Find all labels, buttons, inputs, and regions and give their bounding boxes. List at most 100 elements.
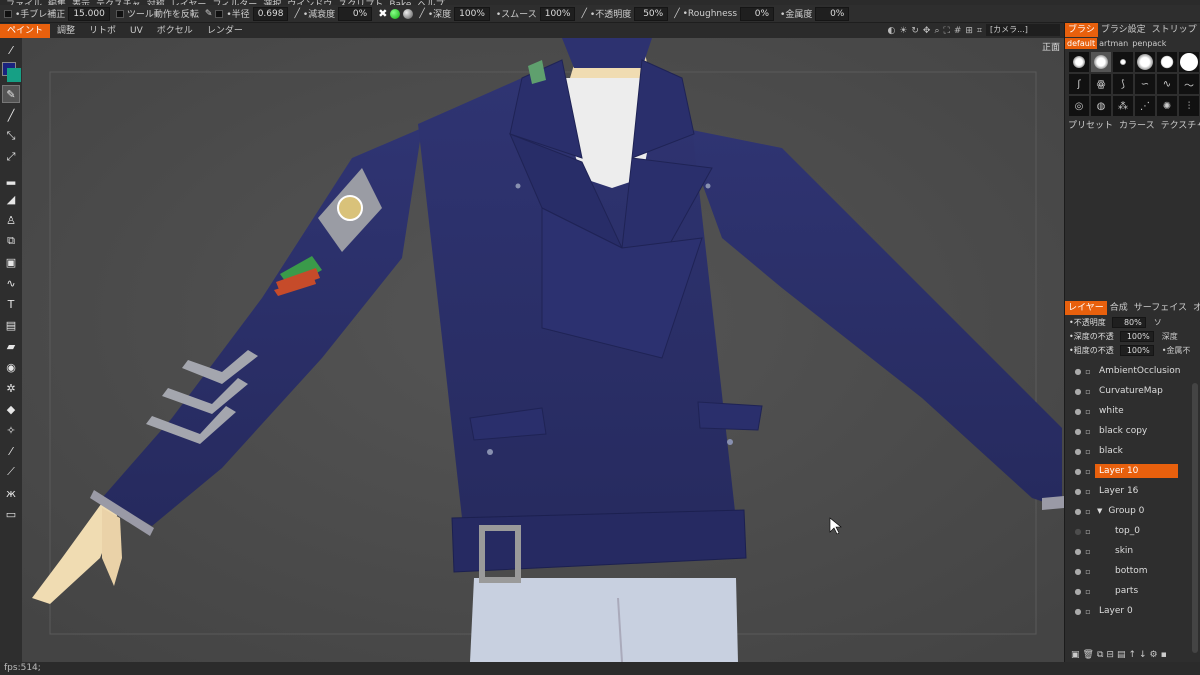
lock-icon[interactable]: ▫: [1083, 487, 1093, 496]
flip-checkbox[interactable]: [115, 9, 124, 18]
brush-set-tab[interactable]: penpack: [1130, 38, 1168, 49]
lock-icon[interactable]: ▫: [1083, 367, 1093, 376]
brush-swatch[interactable]: [1113, 52, 1133, 72]
delete-layer-icon[interactable]: 🗑: [1083, 650, 1094, 660]
opacity-option[interactable]: ╱ •不透明度 50%: [581, 6, 669, 21]
ruler-icon[interactable]: ▭: [2, 505, 20, 523]
brush-swatch[interactable]: ⁂: [1113, 96, 1133, 116]
pipette-icon[interactable]: ⟋: [2, 463, 20, 481]
gear-icon[interactable]: ✲: [2, 379, 20, 397]
pen-icon[interactable]: ╱: [419, 9, 424, 19]
smooth-field[interactable]: 100%: [539, 6, 576, 21]
brush-swatch[interactable]: ⟆: [1113, 74, 1133, 94]
smoothing-option[interactable]: •手ブレ補正 15.000: [4, 6, 110, 21]
lock-icon[interactable]: ▫: [1083, 587, 1093, 596]
brush-swatch[interactable]: [1179, 52, 1199, 72]
falloff-option[interactable]: ╱ •減衰度 0%: [294, 6, 373, 21]
depth-off-icon[interactable]: ✖: [378, 7, 387, 20]
brush-swatch[interactable]: ◍: [1091, 96, 1111, 116]
eye-icon[interactable]: ●: [1073, 527, 1083, 536]
lock-icon[interactable]: ▫: [1083, 407, 1093, 416]
paste-tool-icon[interactable]: ▤: [2, 316, 20, 334]
duplicate-icon[interactable]: ⧉: [1097, 650, 1103, 660]
3d-viewport[interactable]: 正面: [22, 38, 1064, 662]
merge-icon[interactable]: ⊟: [1106, 650, 1114, 660]
brush-swatch[interactable]: ∿: [1157, 74, 1177, 94]
layer-row[interactable]: ● ▫ Layer 0: [1065, 601, 1200, 621]
metal-option[interactable]: •金属度 0%: [780, 6, 850, 21]
brush-panel-tab[interactable]: ブラシ: [1065, 23, 1098, 37]
new-layer-icon[interactable]: ▣: [1071, 650, 1080, 660]
shoe-tool-icon[interactable]: ▂: [2, 169, 20, 187]
color-swatch[interactable]: [2, 62, 21, 82]
secondary-color[interactable]: [7, 68, 21, 82]
eye-icon[interactable]: ●: [1073, 367, 1083, 376]
layer-depth-extra[interactable]: 深度: [1162, 331, 1178, 342]
magic-wand-icon[interactable]: ✧: [2, 421, 20, 439]
shading-icon[interactable]: ◐: [887, 26, 895, 36]
rotate-icon[interactable]: ↻: [911, 26, 919, 36]
expand-triangle-icon[interactable]: ▼: [1097, 507, 1102, 515]
brush-set-tab[interactable]: artman: [1097, 38, 1130, 49]
lock-icon[interactable]: ▫: [1083, 427, 1093, 436]
fill-tool-icon[interactable]: ◢: [2, 190, 20, 208]
eye-icon[interactable]: ●: [1073, 447, 1083, 456]
curve-tool-icon[interactable]: ∿: [2, 274, 20, 292]
brush-panel-tab[interactable]: ブラシ設定: [1098, 23, 1149, 37]
mode-tab[interactable]: レンダー: [200, 24, 250, 38]
butterfly-icon[interactable]: ж: [2, 484, 20, 502]
brush-tool-icon[interactable]: ✎: [2, 85, 20, 103]
frame-icon[interactable]: ⛶: [944, 26, 950, 36]
layer-scrollbar[interactable]: [1192, 383, 1198, 653]
green-material-icon[interactable]: [390, 8, 401, 19]
brush-swatch[interactable]: 〜: [1179, 74, 1199, 94]
layer-row[interactable]: ● ▫ AmbientOcclusion: [1065, 361, 1200, 381]
smoothing-field[interactable]: 15.000: [68, 6, 110, 21]
layer-row[interactable]: ● ▫ CurvatureMap: [1065, 381, 1200, 401]
roughness-field[interactable]: 0%: [740, 6, 775, 21]
brush-panel-tab[interactable]: ストリップ: [1149, 23, 1200, 37]
sphere-material-icon[interactable]: [403, 8, 414, 19]
layer-row[interactable]: ● ▫ black copy: [1065, 421, 1200, 441]
wireframe-icon[interactable]: ⌗: [977, 26, 982, 36]
brush-swatch[interactable]: [1069, 52, 1089, 72]
mode-tab[interactable]: 調整: [50, 24, 82, 38]
clone-tool-icon[interactable]: ⧉: [2, 232, 20, 250]
lock-icon[interactable]: ▫: [1083, 387, 1093, 396]
mode-tab[interactable]: ボクセル: [150, 24, 200, 38]
camera-dropdown[interactable]: [カメラ...]: [986, 24, 1060, 36]
layer-row[interactable]: ● ▫ white: [1065, 401, 1200, 421]
eye-icon[interactable]: ●: [1073, 387, 1083, 396]
light-icon[interactable]: ☀: [899, 26, 907, 36]
folder-icon[interactable]: ▤: [1117, 650, 1126, 660]
pen-icon[interactable]: ╱: [674, 9, 679, 19]
move-down-icon[interactable]: ↓: [1139, 650, 1147, 660]
layer-row[interactable]: ● ▫ top_0: [1065, 521, 1200, 541]
smudge-tool-icon[interactable]: ⤡: [2, 127, 20, 145]
layer-metal-extra[interactable]: •金属不: [1162, 345, 1191, 356]
eraser-tool-icon[interactable]: ▰: [2, 337, 20, 355]
mode-tab[interactable]: ペイント: [0, 23, 51, 38]
brush-swatch[interactable]: ʃ: [1069, 74, 1089, 94]
brush-library-tab[interactable]: カラース: [1116, 119, 1158, 133]
layer-panel-tab[interactable]: レイヤー: [1065, 301, 1107, 315]
brush-library-tab[interactable]: テクスチャ: [1158, 119, 1200, 133]
text-tool-icon[interactable]: T: [2, 295, 20, 313]
layer-panel-tab[interactable]: 合成: [1107, 301, 1131, 315]
eye-icon[interactable]: ●: [1073, 567, 1083, 576]
grid-icon[interactable]: #: [954, 26, 962, 36]
layer-row[interactable]: ● ▫ ▼ Group 0: [1065, 501, 1200, 521]
brush-swatch[interactable]: ◎: [1069, 96, 1089, 116]
brush-swatch[interactable]: ⫶: [1179, 96, 1199, 116]
more-icon[interactable]: ▪: [1161, 650, 1167, 660]
radius-field[interactable]: 0.698: [252, 6, 289, 21]
line-tool-icon[interactable]: ╱: [2, 106, 20, 124]
eye-icon[interactable]: ●: [1073, 487, 1083, 496]
settings-icon[interactable]: ⚙: [1150, 650, 1158, 660]
move-up-icon[interactable]: ↑: [1128, 650, 1136, 660]
layer-row[interactable]: ● ▫ bottom: [1065, 561, 1200, 581]
eye-icon[interactable]: ●: [1073, 427, 1083, 436]
layer-row[interactable]: ● ▫ black: [1065, 441, 1200, 461]
eye-icon[interactable]: ●: [1073, 467, 1083, 476]
eye-icon[interactable]: ●: [1073, 607, 1083, 616]
